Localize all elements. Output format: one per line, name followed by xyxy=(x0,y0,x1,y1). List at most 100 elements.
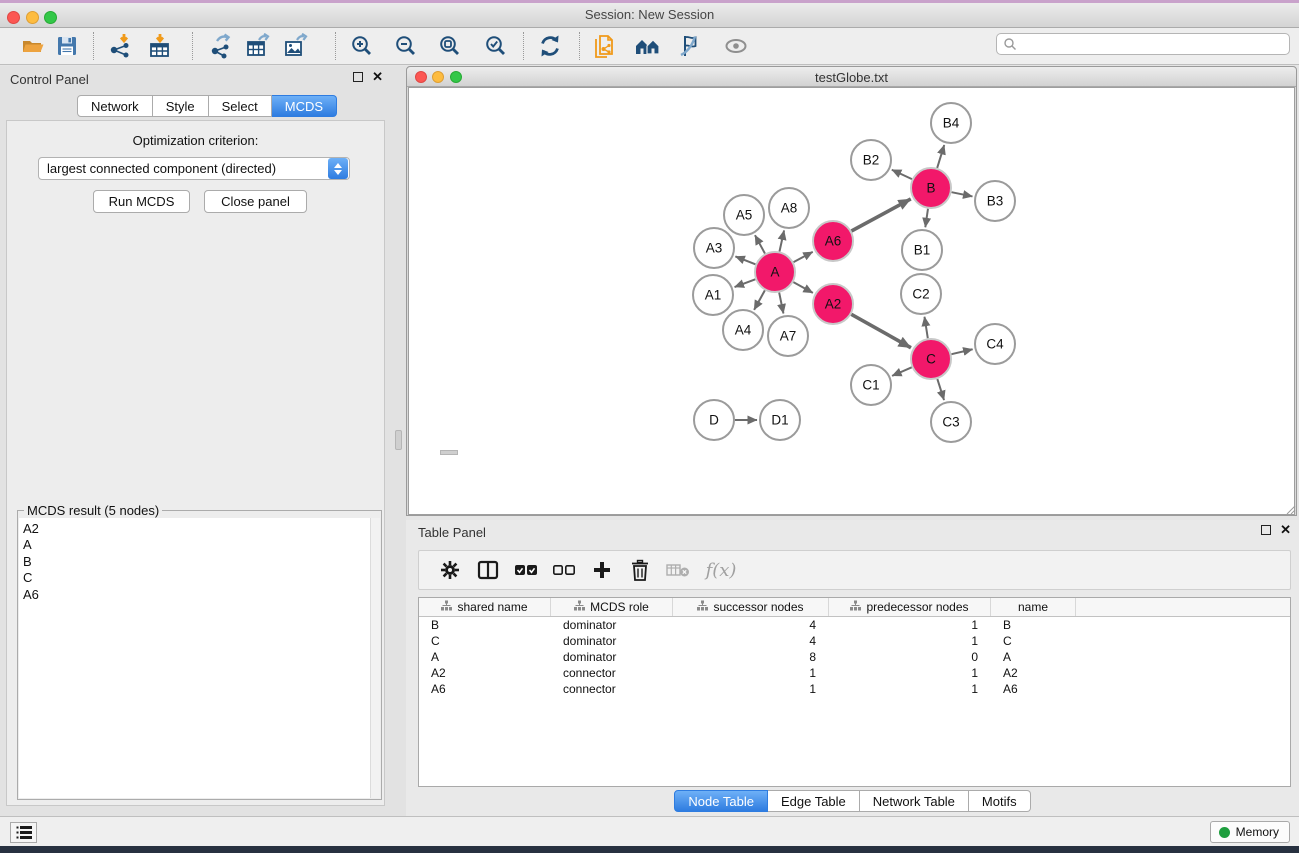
criterion-dropdown-value: largest connected component (directed) xyxy=(39,161,328,176)
result-item[interactable]: A xyxy=(23,537,370,553)
tab-edge-table[interactable]: Edge Table xyxy=(768,790,860,812)
hide-selected-button[interactable] xyxy=(672,31,708,61)
trash-icon xyxy=(630,559,650,581)
export-network-button[interactable] xyxy=(203,31,239,61)
close-panel-icon[interactable]: ✕ xyxy=(372,72,383,82)
graph-node-D1[interactable]: D1 xyxy=(760,400,800,440)
zoom-in-button[interactable] xyxy=(344,31,380,61)
edge-A-A2 xyxy=(793,282,812,293)
add-column-button[interactable] xyxy=(583,555,621,585)
cell-name: A6 xyxy=(991,681,1076,697)
graph-node-A[interactable]: A xyxy=(755,252,795,292)
export-image-button[interactable] xyxy=(278,31,314,61)
graph-node-A4[interactable]: A4 xyxy=(723,310,763,350)
memory-button[interactable]: Memory xyxy=(1210,821,1290,843)
graph-node-B1[interactable]: B1 xyxy=(902,230,942,270)
graph-node-A7[interactable]: A7 xyxy=(768,316,808,356)
criterion-dropdown[interactable]: largest connected component (directed) xyxy=(38,157,350,180)
deselect-all-button[interactable] xyxy=(545,555,583,585)
float-panel-icon[interactable] xyxy=(353,72,363,82)
network-from-selection-button[interactable] xyxy=(586,31,622,61)
tab-network[interactable]: Network xyxy=(77,95,153,117)
graph-node-A8[interactable]: A8 xyxy=(769,188,809,228)
control-panel: Control Panel ✕ NetworkStyleSelectMCDS O… xyxy=(0,66,391,816)
graph-node-C3[interactable]: C3 xyxy=(931,402,971,442)
cell-successor-nodes: 4 xyxy=(673,617,829,633)
edge-B-B2 xyxy=(892,170,912,179)
table-row[interactable]: A6connector11A6 xyxy=(419,681,1290,697)
graph-node-B2[interactable]: B2 xyxy=(851,140,891,180)
result-item[interactable]: A6 xyxy=(23,587,370,603)
tab-mcds[interactable]: MCDS xyxy=(272,95,337,117)
column-header-name[interactable]: name xyxy=(991,598,1076,616)
result-item[interactable]: C xyxy=(23,570,370,586)
table-options-button[interactable] xyxy=(431,555,469,585)
zoom-fit-button[interactable] xyxy=(432,31,468,61)
show-all-button[interactable] xyxy=(718,31,754,61)
table-row[interactable]: Adominator80A xyxy=(419,649,1290,665)
delete-column-button[interactable] xyxy=(621,555,659,585)
function-builder-button[interactable]: f(x) xyxy=(697,555,745,585)
run-mcds-button[interactable]: Run MCDS xyxy=(93,190,190,213)
close-panel-icon[interactable]: ✕ xyxy=(1280,525,1291,535)
graph-node-A1[interactable]: A1 xyxy=(693,275,733,315)
tab-node-table[interactable]: Node Table xyxy=(674,790,768,812)
import-network-button[interactable] xyxy=(103,31,139,61)
slashed-flag-icon xyxy=(677,33,703,59)
graph-node-A5[interactable]: A5 xyxy=(724,195,764,235)
column-type-icon xyxy=(441,600,452,614)
apply-layout-button[interactable] xyxy=(532,31,568,61)
import-table-button[interactable] xyxy=(142,31,178,61)
first-neighbors-button[interactable] xyxy=(630,31,666,61)
table-row[interactable]: Bdominator41B xyxy=(419,617,1290,633)
graph-node-B[interactable]: B xyxy=(911,168,951,208)
graph-node-B3[interactable]: B3 xyxy=(975,181,1015,221)
graph-node-C[interactable]: C xyxy=(911,339,951,379)
open-file-button[interactable] xyxy=(15,31,51,61)
table-row[interactable]: A2connector11A2 xyxy=(419,665,1290,681)
graph-node-A2[interactable]: A2 xyxy=(813,284,853,324)
column-header-predecessor-nodes[interactable]: predecessor nodes xyxy=(829,598,991,616)
result-item[interactable]: B xyxy=(23,554,370,570)
graph-node-D[interactable]: D xyxy=(694,400,734,440)
tab-style[interactable]: Style xyxy=(153,95,209,117)
tab-network-table[interactable]: Network Table xyxy=(860,790,969,812)
delete-table-button[interactable] xyxy=(659,555,697,585)
edge-A-A7 xyxy=(779,293,783,314)
resize-grip-icon[interactable] xyxy=(1284,503,1296,515)
svg-text:A3: A3 xyxy=(706,241,723,256)
graph-node-C1[interactable]: C1 xyxy=(851,365,891,405)
float-panel-icon[interactable] xyxy=(1261,525,1271,535)
column-header-shared-name[interactable]: shared name xyxy=(419,598,551,616)
column-label: predecessor nodes xyxy=(866,600,968,614)
zoom-selected-button[interactable] xyxy=(478,31,514,61)
export-table-button[interactable] xyxy=(240,31,276,61)
column-header-MCDS-role[interactable]: MCDS role xyxy=(551,598,673,616)
column-header-successor-nodes[interactable]: successor nodes xyxy=(673,598,829,616)
table-row[interactable]: Cdominator41C xyxy=(419,633,1290,649)
column-label: successor nodes xyxy=(713,600,803,614)
close-panel-button[interactable]: Close panel xyxy=(204,190,307,213)
splitter-grip[interactable] xyxy=(395,430,402,450)
network-canvas[interactable]: B4 B2 B B3 B1 A5A8A6 A3 A A1 A2 C2 A4A7 C C1 C4C3 D D1 xyxy=(408,87,1295,515)
result-list-scrollbar[interactable] xyxy=(370,518,380,798)
network-frame-titlebar[interactable]: testGlobe.txt xyxy=(407,67,1296,87)
graph-node-C4[interactable]: C4 xyxy=(975,324,1015,364)
cell-MCDS-role: dominator xyxy=(551,633,673,649)
search-input[interactable] xyxy=(996,33,1290,55)
graph-node-A3[interactable]: A3 xyxy=(694,228,734,268)
zoom-out-button[interactable] xyxy=(388,31,424,61)
graph-node-A6[interactable]: A6 xyxy=(813,221,853,261)
result-item[interactable]: A2 xyxy=(23,521,370,537)
save-session-button[interactable] xyxy=(49,31,85,61)
graph-node-B4[interactable]: B4 xyxy=(931,103,971,143)
tab-motifs[interactable]: Motifs xyxy=(969,790,1031,812)
show-panels-button[interactable] xyxy=(10,822,37,843)
show-column-button[interactable] xyxy=(469,555,507,585)
graph-node-C2[interactable]: C2 xyxy=(901,274,941,314)
select-all-button[interactable] xyxy=(507,555,545,585)
vertical-splitter[interactable] xyxy=(391,66,406,816)
mcds-result-list[interactable]: A2ABCA6 xyxy=(19,518,370,798)
tab-select[interactable]: Select xyxy=(209,95,272,117)
horizontal-splitter-grip[interactable] xyxy=(440,450,458,455)
